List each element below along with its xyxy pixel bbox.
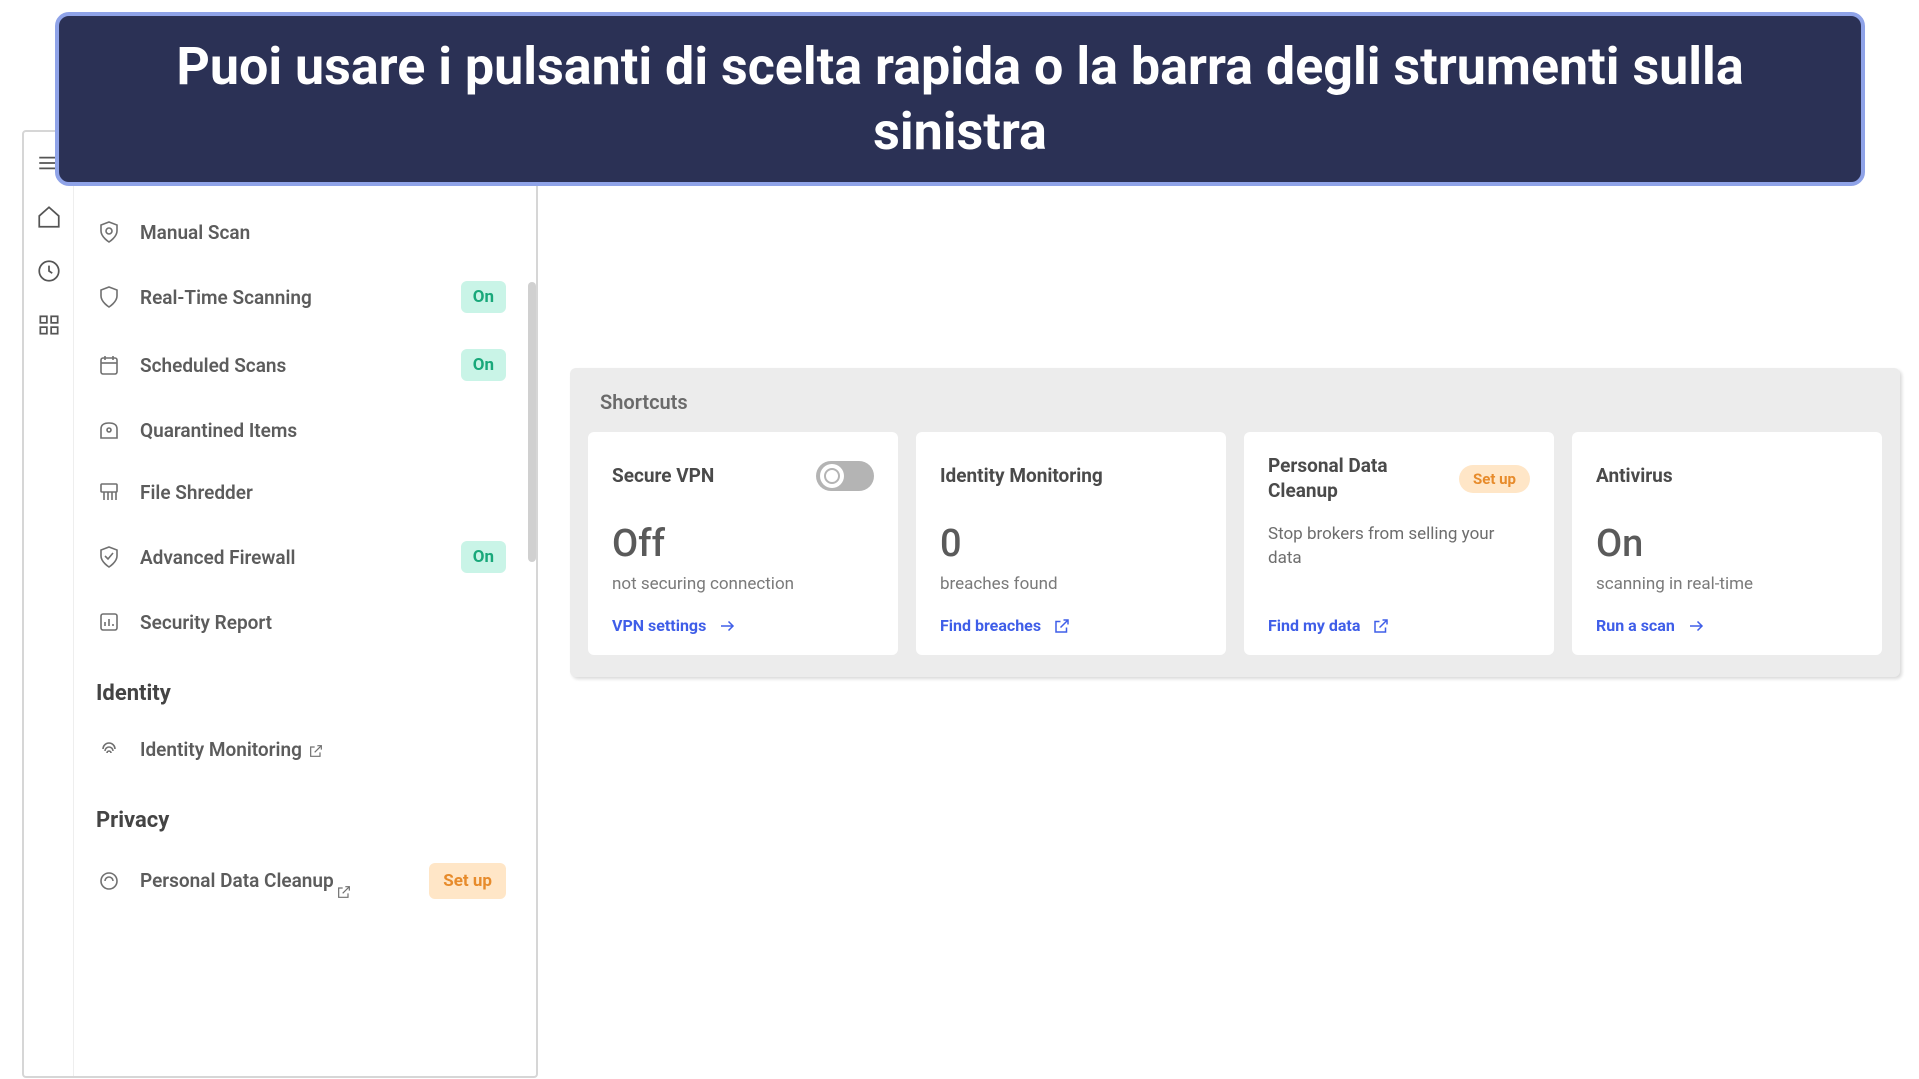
card-antivirus: Antivirus On scanning in real-time Run a… [1572, 432, 1882, 655]
sidebar-item-shredder[interactable]: File Shredder [78, 461, 524, 523]
card-subtext: scanning in real-time [1596, 574, 1858, 594]
find-my-data-link[interactable]: Find my data [1268, 594, 1530, 635]
sidebar-item-label: Personal Data Cleanup [140, 869, 334, 893]
sidebar-item-report[interactable]: Security Report [78, 591, 524, 653]
shield-icon [96, 284, 122, 310]
sidebar-item-label: Real-Time Scanning [140, 286, 312, 309]
shredder-icon [96, 479, 122, 505]
fingerprint-icon [96, 736, 122, 762]
link-label: VPN settings [612, 616, 706, 635]
sidebar-window: Device Manual Scan Real-Time Scanning On… [22, 130, 538, 1078]
setup-badge: Set up [429, 863, 506, 899]
card-title: Personal Data Cleanup [1268, 454, 1408, 503]
sidebar-item-label: File Shredder [140, 481, 253, 504]
link-label: Find my data [1268, 616, 1360, 635]
apps-icon[interactable] [36, 312, 62, 338]
scrollbar[interactable] [528, 282, 536, 562]
card-subtext: breaches found [940, 574, 1202, 594]
sidebar-item-identity[interactable]: Identity Monitoring [78, 718, 524, 780]
external-link-icon [336, 882, 352, 898]
section-identity: Identity [78, 653, 524, 718]
sidebar-item-label: Security Report [140, 611, 272, 634]
card-title: Identity Monitoring [940, 464, 1103, 489]
card-subtext: not securing connection [612, 574, 874, 594]
vpn-toggle[interactable] [816, 461, 874, 491]
card-vpn: Secure VPN Off not securing connection V… [588, 432, 898, 655]
card-title: Secure VPN [612, 464, 714, 489]
sidebar-item-quarantine[interactable]: Quarantined Items [78, 399, 524, 461]
setup-badge: Set up [1459, 465, 1530, 493]
sidebar-item-cleanup[interactable]: Personal Data Cleanup Set up [78, 845, 524, 917]
icon-rail [24, 132, 74, 1076]
status-badge: On [461, 281, 506, 313]
sidebar-item-manual-scan[interactable]: Manual Scan [78, 201, 524, 263]
external-link-icon [1372, 617, 1390, 635]
card-cleanup: Personal Data Cleanup Set up Stop broker… [1244, 432, 1554, 655]
external-link-icon [1053, 617, 1071, 635]
sidebar: Device Manual Scan Real-Time Scanning On… [74, 132, 536, 1076]
sidebar-item-firewall[interactable]: Advanced Firewall On [78, 523, 524, 591]
shortcuts-header: Shortcuts [570, 368, 1900, 432]
history-icon[interactable] [36, 258, 62, 284]
vpn-settings-link[interactable]: VPN settings [612, 594, 874, 635]
sidebar-item-label: Advanced Firewall [140, 546, 296, 569]
find-breaches-link[interactable]: Find breaches [940, 594, 1202, 635]
card-identity: Identity Monitoring 0 breaches found Fin… [916, 432, 1226, 655]
report-icon [96, 609, 122, 635]
card-state: Off [612, 522, 874, 566]
sidebar-item-realtime[interactable]: Real-Time Scanning On [78, 263, 524, 331]
shortcuts-panel: Shortcuts Secure VPN Off not securing co… [570, 368, 1900, 677]
data-cleanup-icon [96, 868, 122, 894]
quarantine-icon [96, 417, 122, 443]
status-badge: On [461, 541, 506, 573]
annotation-banner: Puoi usare i pulsanti di scelta rapida o… [55, 12, 1865, 186]
sidebar-item-label: Scheduled Scans [140, 354, 286, 377]
sidebar-item-label: Quarantined Items [140, 419, 297, 442]
link-label: Run a scan [1596, 616, 1675, 635]
firewall-icon [96, 544, 122, 570]
link-label: Find breaches [940, 616, 1041, 635]
shield-scan-icon [96, 219, 122, 245]
status-badge: On [461, 349, 506, 381]
shortcut-cards: Secure VPN Off not securing connection V… [570, 432, 1900, 677]
home-icon[interactable] [36, 204, 62, 230]
external-link-icon [308, 741, 324, 757]
card-title: Antivirus [1596, 464, 1673, 489]
card-state: On [1596, 522, 1858, 566]
card-state: 0 [940, 522, 1202, 566]
sidebar-item-scheduled[interactable]: Scheduled Scans On [78, 331, 524, 399]
sidebar-item-label: Identity Monitoring [140, 738, 302, 761]
arrow-right-icon [718, 617, 736, 635]
calendar-icon [96, 352, 122, 378]
sidebar-item-label: Manual Scan [140, 221, 250, 244]
arrow-right-icon [1687, 617, 1705, 635]
section-privacy: Privacy [78, 780, 524, 845]
card-description: Stop brokers from selling your data [1268, 523, 1530, 571]
run-scan-link[interactable]: Run a scan [1596, 594, 1858, 635]
